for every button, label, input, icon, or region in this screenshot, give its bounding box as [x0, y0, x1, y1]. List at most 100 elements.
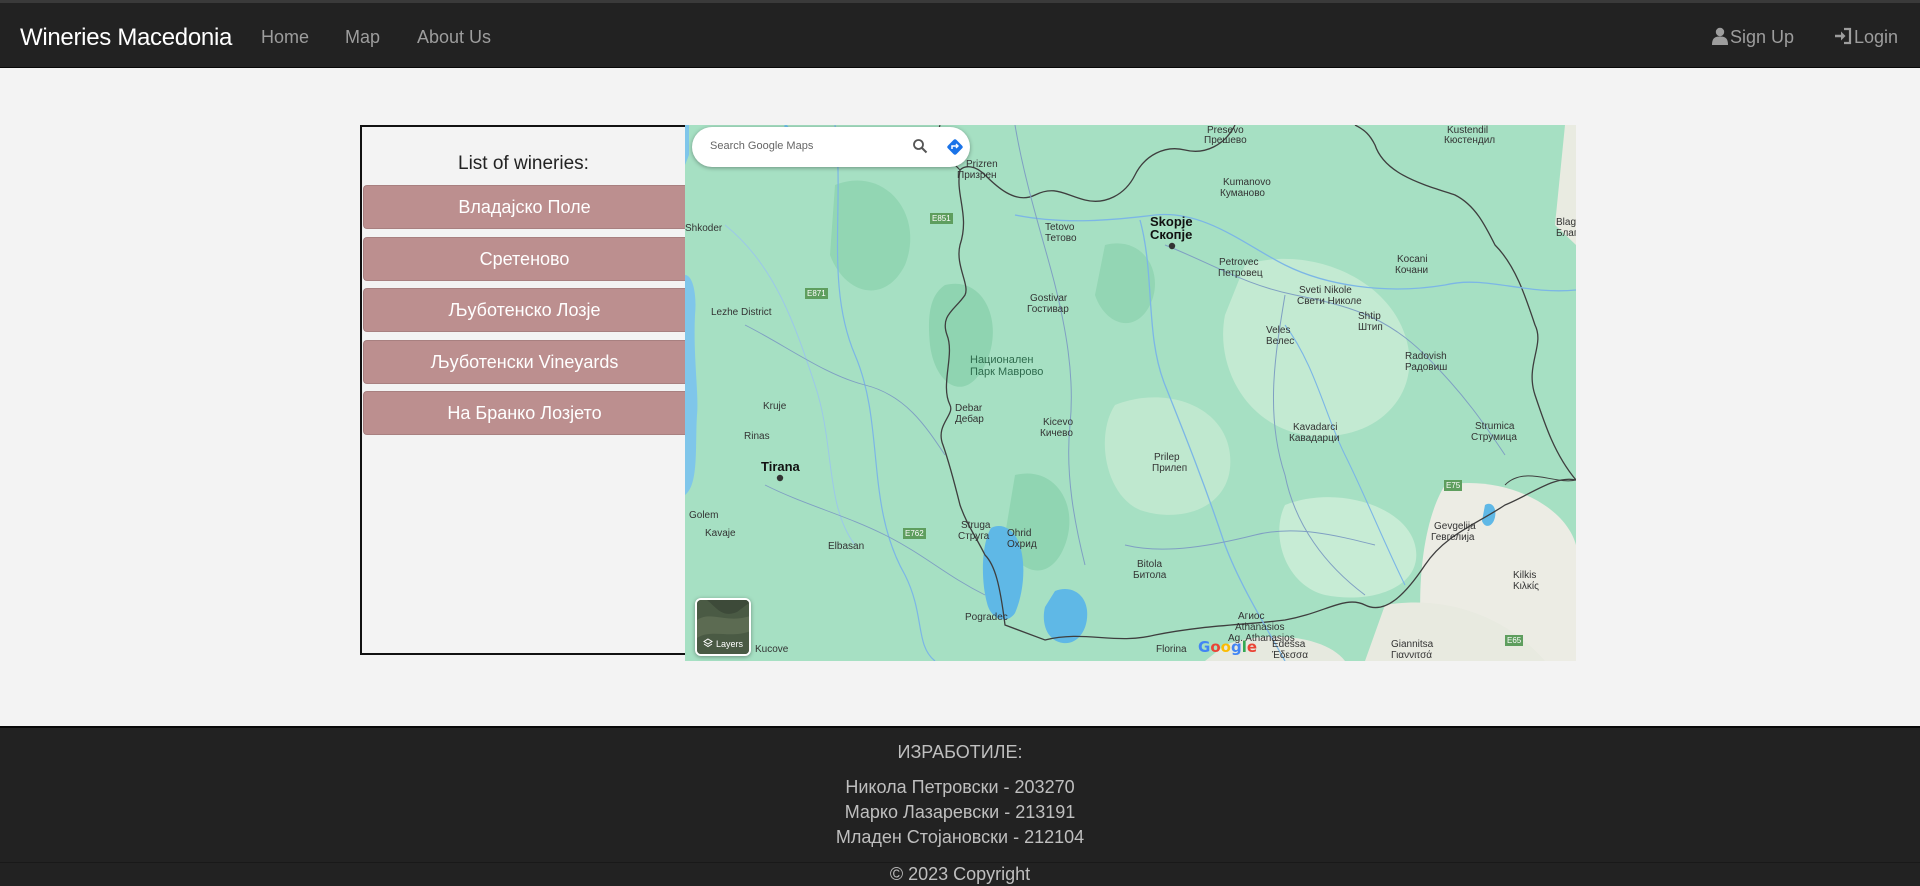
footer-member: Никола Петровски - 203270 [845, 777, 1075, 797]
map-label: Гостивар [1027, 304, 1069, 315]
map-label: Охрид [1007, 539, 1037, 550]
road-shield: E65 [1505, 635, 1524, 646]
map-label: Kruje [763, 401, 787, 412]
map-label: Kocani [1397, 254, 1428, 265]
winery-list-title: List of wineries: [458, 153, 589, 174]
map-label: Скопје [1150, 227, 1193, 242]
map-label: Призрен [957, 170, 997, 181]
map-label: Прешево [1204, 135, 1247, 146]
map-label: Athanasios [1235, 622, 1285, 633]
map-label: Kavadarci [1293, 422, 1338, 433]
map-background [685, 125, 1576, 661]
login-label: Login [1854, 27, 1899, 47]
map-label: Кочани [1395, 265, 1429, 276]
nav-login[interactable]: Login [1834, 27, 1898, 48]
map-label: Парк Маврово [970, 366, 1044, 378]
google-map[interactable]: Skopje Скопје Tirana Prizren Призрен Tet… [685, 125, 1576, 661]
map-label: Giannitsa [1391, 639, 1434, 650]
map-label: Veles [1266, 325, 1291, 336]
map-label: Tetovo [1045, 222, 1075, 233]
map-label: Gostivar [1030, 293, 1068, 304]
footer-member: Младен Стојановски - 212104 [835, 827, 1085, 847]
map-label: Debar [955, 403, 983, 414]
winery-list-panel: List of wineries: Владајско Поле Сретено… [360, 125, 685, 655]
road-shield: E762 [903, 528, 926, 539]
map-label: Кичево [1040, 428, 1073, 439]
road-shield: E75 [1444, 480, 1463, 491]
map-label: Έδεσσα [1272, 650, 1308, 661]
map-search-box[interactable]: Search Google Maps [692, 127, 970, 167]
map-label: Strumica [1475, 421, 1515, 432]
map-label: Florina [1156, 644, 1187, 655]
map-label: Дебар [955, 414, 984, 425]
map-label: Радовиш [1405, 362, 1448, 373]
map-label: Прилеп [1152, 463, 1188, 474]
footer-member: Марко Лазаревски - 213191 [844, 802, 1076, 822]
nav-about-us[interactable]: About Us [417, 27, 491, 48]
footer: ИЗРАБОТИЛЕ: Никола Петровски - 203270 Ма… [0, 726, 1920, 886]
layers-icon [703, 638, 713, 648]
map-label: Тетово [1045, 233, 1077, 244]
map-label: Kilkis [1513, 570, 1537, 581]
map-label: Кюстендил [1444, 135, 1496, 146]
sign-up-label: Sign Up [1730, 27, 1795, 47]
map-label: Струмица [1471, 432, 1517, 443]
map-label: Гевгелија [1431, 532, 1475, 543]
winery-button[interactable]: На Бранко Лозјето [363, 391, 685, 435]
map-label: Golem [689, 510, 719, 521]
user-icon [1712, 27, 1728, 45]
map-label: Γιαννιτσά [1391, 650, 1433, 661]
winery-button[interactable]: Љуботенско Лозје [363, 288, 685, 332]
map-search-input[interactable]: Search Google Maps [710, 140, 813, 152]
nav-map[interactable]: Map [345, 27, 380, 48]
map-label: Shtip [1358, 311, 1381, 322]
nav-sign-up[interactable]: Sign Up [1712, 27, 1794, 48]
map-label: Kucove [755, 644, 789, 655]
map-label: Национален [970, 354, 1034, 366]
map-label: Radovish [1405, 351, 1447, 362]
map-label: Kicevo [1043, 417, 1074, 428]
map-label: Велес [1266, 336, 1295, 347]
map-label: Skopje [1150, 214, 1193, 229]
winery-button[interactable]: Љуботенски Vineyards [363, 340, 685, 384]
map-label: Свети Николе [1297, 296, 1362, 307]
map-label: Prizren [966, 159, 998, 170]
map-label: Kumanovo [1223, 177, 1271, 188]
nav-home[interactable]: Home [261, 27, 309, 48]
map-label: Sveti Nikole [1299, 285, 1352, 296]
map-label: Штип [1358, 322, 1383, 333]
map-label: Ohrid [1007, 528, 1032, 539]
footer-copyright: © 2023 Copyright [889, 864, 1031, 884]
map-label: Petrovec [1219, 257, 1259, 268]
map-label: Shkoder [685, 223, 723, 234]
map-label: Struga [961, 520, 991, 531]
map-label: Gevgelija [1434, 521, 1476, 532]
map-label: Kavaje [705, 528, 736, 539]
map-label: Rinas [744, 431, 770, 442]
directions-icon[interactable] [946, 138, 964, 156]
search-icon[interactable] [912, 138, 928, 154]
map-label: Lezhe District [711, 307, 772, 318]
map-label: Prilep [1154, 452, 1180, 463]
footer-heading: ИЗРАБОТИЛЕ: [897, 742, 1023, 762]
map-label: Струга [958, 531, 990, 542]
map-label: Bitola [1137, 559, 1163, 570]
map-layers-button[interactable]: Layers [695, 598, 751, 656]
layers-label: Layers [716, 639, 744, 649]
winery-button[interactable]: Владајско Поле [363, 185, 685, 229]
map-label: Blago [1556, 217, 1576, 228]
road-shield: E851 [930, 213, 953, 224]
footer-divider [0, 862, 1920, 863]
navbar: Wineries Macedonia Home Map About Us Sig… [0, 0, 1920, 68]
map-label: Elbasan [828, 541, 865, 552]
map-label: Куманово [1220, 188, 1265, 199]
login-icon [1835, 27, 1852, 45]
map-label: Благо [1556, 228, 1576, 239]
map-label: Битола [1133, 570, 1167, 581]
map-label: Pogradec [965, 612, 1008, 623]
google-logo: Google [1198, 638, 1258, 656]
map-label: Tirana [761, 459, 800, 474]
winery-button[interactable]: Сретеново [363, 237, 685, 281]
map-label: Петровец [1218, 268, 1263, 279]
brand-link[interactable]: Wineries Macedonia [20, 24, 232, 52]
